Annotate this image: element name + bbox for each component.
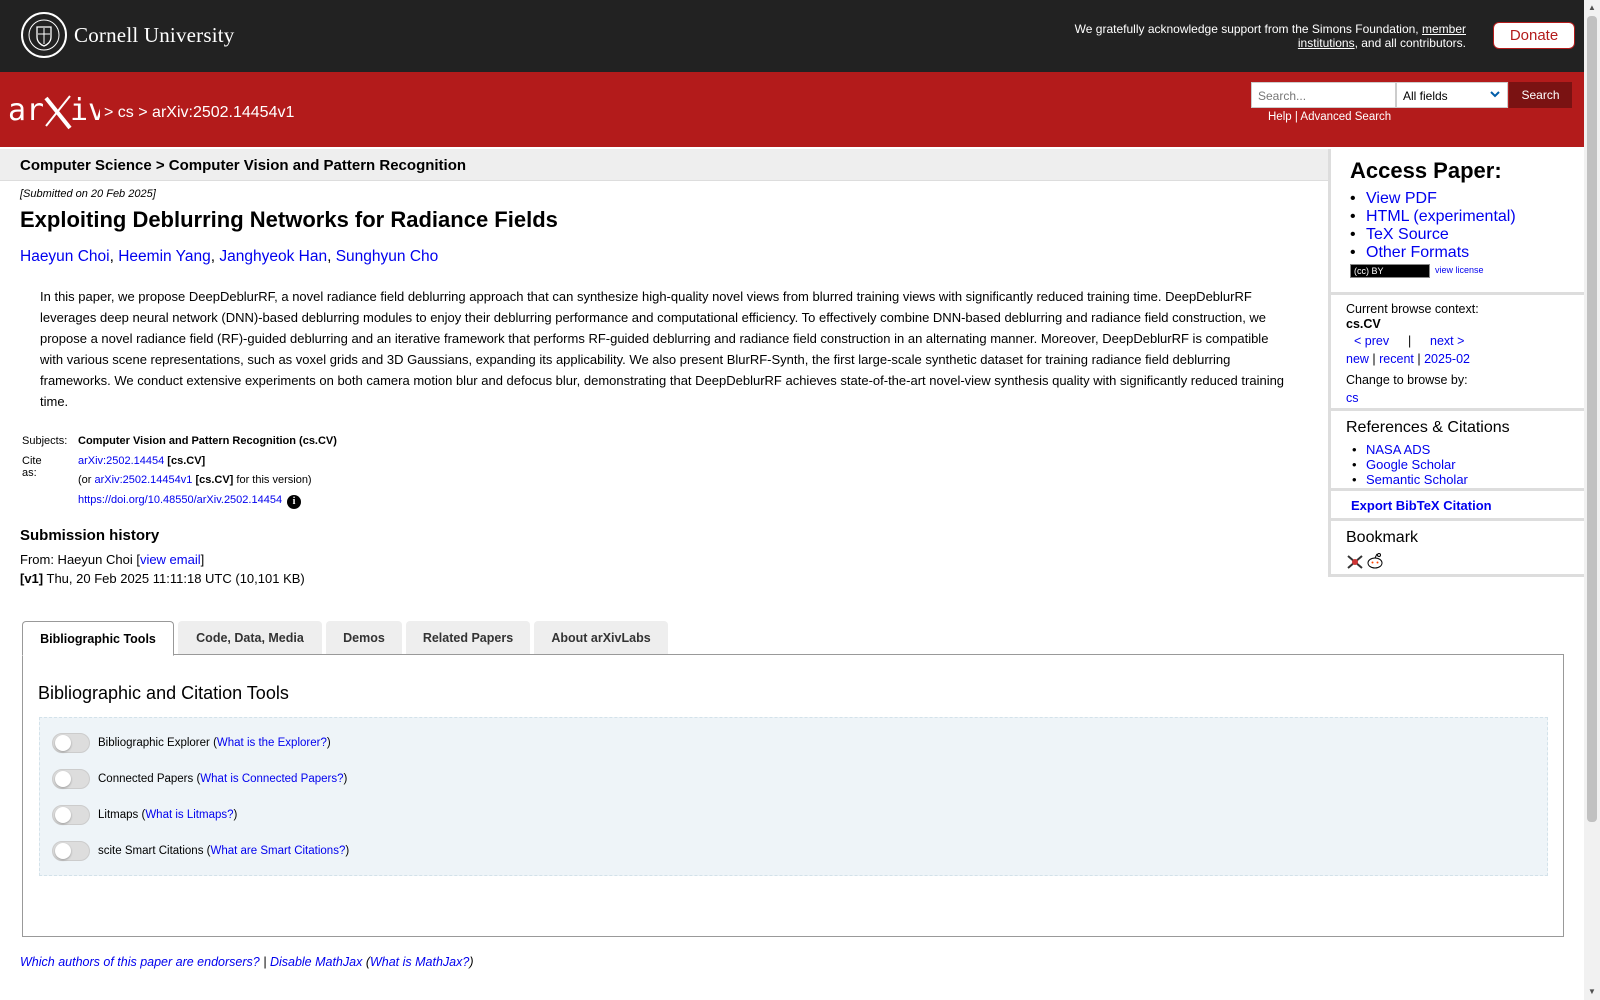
tools-list: Bibliographic Explorer (What is the Expl… [39,717,1548,876]
subject-breadcrumb: Computer Science > Computer Vision and P… [20,157,467,174]
version-1-entry: [v1] Thu, 20 Feb 2025 11:11:18 UTC (10,1… [20,571,305,586]
scroll-up-arrow-icon[interactable]: ▲ [1587,3,1597,13]
info-icon[interactable]: i [287,494,302,509]
abstract: In this paper, we propose DeepDeblurRF, … [40,289,1285,409]
submission-date: [Submitted on 20 Feb 2025] [20,188,156,200]
litmaps-toggle[interactable] [52,805,90,825]
bibliographic-explorer-toggle[interactable] [52,733,90,753]
tool-row-scite: scite Smart Citations (What are Smart Ci… [52,841,349,861]
export-section: Export BibTeX Citation [1331,491,1587,521]
tool-row-connected-papers: Connected Papers (What is Connected Pape… [52,769,347,789]
help-link[interactable]: Help [1268,111,1292,123]
new-link[interactable]: new [1346,352,1369,366]
panel-title: Bibliographic and Citation Tools [38,683,289,703]
google-scholar-link[interactable]: Google Scholar [1366,457,1456,472]
scroll-down-arrow-icon[interactable]: ▼ [1587,987,1597,997]
nasa-ads-link[interactable]: NASA ADS [1366,442,1430,457]
bookmark-section: Bookmark [1331,521,1587,577]
submission-history-title: Submission history [20,527,160,544]
access-paper-title: Access Paper: [1350,158,1502,183]
labs-tabs: Bibliographic Tools Code, Data, Media De… [22,621,672,656]
advanced-search-link[interactable]: Advanced Search [1300,111,1391,123]
semantic-scholar-link[interactable]: Semantic Scholar [1366,472,1468,487]
browse-cs-link[interactable]: cs [1346,391,1359,405]
prev-link[interactable]: < prev [1354,334,1389,348]
scite-toggle[interactable] [52,841,90,861]
breadcrumb-cs-link[interactable]: cs [118,104,134,121]
what-is-mathjax-link[interactable]: What is MathJax? [370,955,469,969]
author-link[interactable]: Heemin Yang [118,248,211,265]
tab-related-papers[interactable]: Related Papers [406,621,530,655]
scrollbar-thumb[interactable] [1587,16,1597,822]
what-is-connected-papers-link[interactable]: What is Connected Papers? [200,773,343,785]
paper-title: Exploiting Deblurring Networks for Radia… [20,207,558,232]
what-are-smart-citations-link[interactable]: What are Smart Citations? [210,845,345,857]
connected-papers-toggle[interactable] [52,769,90,789]
tab-code-data-media[interactable]: Code, Data, Media [178,621,322,655]
tab-about-arxivlabs[interactable]: About arXivLabs [534,621,668,655]
tool-row-bibliographic-explorer: Bibliographic Explorer (What is the Expl… [52,733,331,753]
breadcrumb: > cs > arXiv:2502.14454v1 [104,104,295,121]
access-links: View PDF HTML (experimental) TeX Source … [1350,190,1516,262]
search-field-select[interactable]: All fields [1396,82,1508,108]
references-section: References & Citations NASA ADS Google S… [1331,411,1587,491]
support-acknowledgement: We gratefully acknowledge support from t… [1074,22,1466,50]
recent-link[interactable]: recent [1379,352,1414,366]
tab-demos[interactable]: Demos [326,621,402,655]
svg-text:iv: iv [70,93,100,128]
month-link[interactable]: 2025-02 [1424,352,1470,366]
author-link[interactable]: Janghyeok Han [219,248,327,265]
disable-mathjax-link[interactable]: Disable MathJax [270,955,362,969]
cornell-university-text: Cornell University [74,22,235,47]
reddit-icon[interactable] [1366,552,1384,575]
version-id-link[interactable]: arXiv:2502.14454v1 [95,474,193,486]
bibliographic-tools-panel: Bibliographic and Citation Tools Bibliog… [22,654,1564,937]
bibsonomy-icon[interactable] [1346,554,1364,575]
top-banner: Cornell University We gratefully acknowl… [0,0,1584,72]
page-scrollbar[interactable]: ▲ ▼ [1584,0,1600,1000]
chevron-down-icon [1489,88,1501,103]
bookmark-title: Bookmark [1346,529,1419,546]
help-links: Help | Advanced Search [1268,111,1392,123]
author-list: Haeyun Choi, Heemin Yang, Janghyeok Han,… [20,248,439,265]
access-paper-section: Access Paper: View PDF HTML (experimenta… [1331,149,1587,295]
author-link[interactable]: Sunghyun Cho [336,248,439,265]
what-is-explorer-link[interactable]: What is the Explorer? [217,737,327,749]
search-button[interactable]: Search [1509,82,1572,108]
arxiv-logo[interactable]: ar iv [8,90,106,135]
view-license-link[interactable]: view license [1435,265,1484,275]
svg-text:ar: ar [8,93,44,128]
author-link[interactable]: Haeyun Choi [20,248,110,265]
references-title: References & Citations [1346,419,1510,436]
what-is-litmaps-link[interactable]: What is Litmaps? [145,809,233,821]
donate-button[interactable]: Donate [1493,22,1575,49]
tex-source-link[interactable]: TeX Source [1366,226,1449,243]
html-link[interactable]: HTML (experimental) [1366,208,1516,225]
view-pdf-link[interactable]: View PDF [1366,190,1437,207]
cc-by-license-badge[interactable]: (cc) BY [1350,264,1430,278]
search-input[interactable]: Search... [1251,82,1396,108]
breadcrumb-paper-id: arXiv:2502.14454v1 [152,104,295,121]
cornell-logo[interactable]: Cornell University [21,12,235,58]
tab-bibliographic-tools[interactable]: Bibliographic Tools [22,621,174,656]
arxiv-header: ar iv > cs > arXiv:2502.14454v1 Search..… [0,72,1584,147]
submission-from: From: Haeyun Choi [view email] [20,552,205,567]
export-bibtex-link[interactable]: Export BibTeX Citation [1351,498,1492,513]
doi-link[interactable]: https://doi.org/10.48550/arXiv.2502.1445… [78,494,282,506]
endorsers-link[interactable]: Which authors of this paper are endorser… [20,955,260,969]
next-link[interactable]: next > [1430,334,1464,348]
browse-context: cs.CV [1346,317,1381,331]
other-formats-link[interactable]: Other Formats [1366,244,1469,261]
footer-links: Which authors of this paper are endorser… [20,955,474,969]
view-email-link[interactable]: view email [140,552,201,567]
cornell-seal-icon [21,12,67,58]
browse-context-section: Current browse context: cs.CV < prev | n… [1331,295,1587,411]
sidebar: Access Paper: View PDF HTML (experimenta… [1328,149,1587,577]
arxiv-id-link[interactable]: arXiv:2502.14454 [78,455,164,467]
tool-row-litmaps: Litmaps (What is Litmaps?) [52,805,237,825]
subject-header: Computer Science > Computer Vision and P… [0,149,1328,181]
